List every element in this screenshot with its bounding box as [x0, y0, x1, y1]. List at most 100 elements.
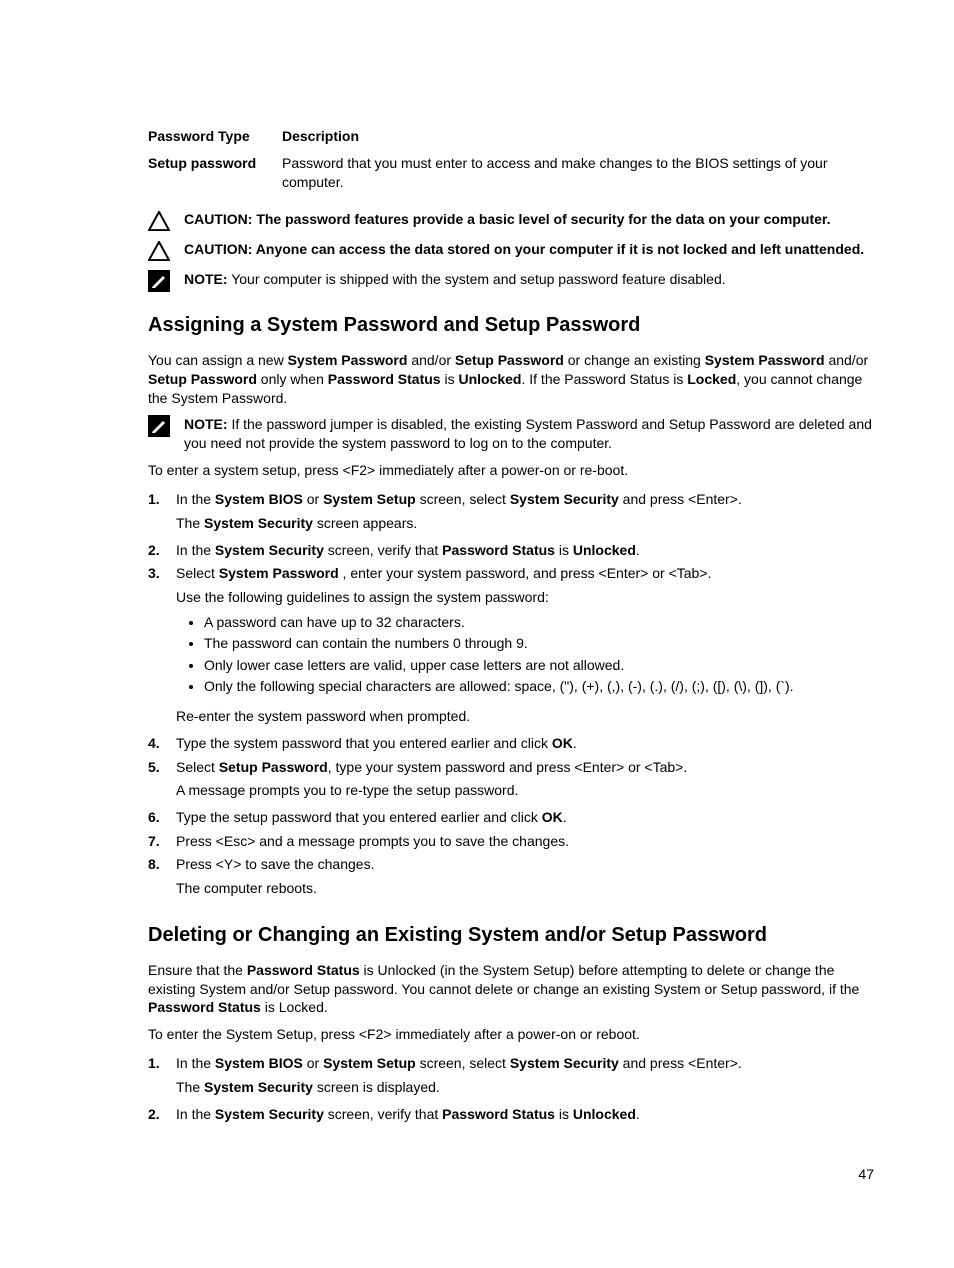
note-text: NOTE: If the password jumper is disabled…: [184, 415, 874, 453]
step-item: 1. In the System BIOS or System Setup sc…: [148, 490, 874, 536]
text: and/or: [825, 352, 869, 368]
step-item: 2. In the System Security screen, verify…: [148, 541, 874, 561]
text: OK: [542, 809, 563, 825]
list-item: The password can contain the numbers 0 t…: [204, 634, 874, 654]
note-body: Your computer is shipped with the system…: [228, 271, 726, 287]
caution-icon: [148, 210, 170, 232]
step-number: 1.: [148, 1054, 176, 1100]
text: screen, verify that: [324, 1106, 442, 1122]
text: System Security: [215, 1106, 324, 1122]
step-body: In the System BIOS or System Setup scree…: [176, 490, 874, 536]
text: screen, select: [416, 1055, 510, 1071]
step-number: 7.: [148, 832, 176, 852]
text: In the: [176, 1055, 215, 1071]
table-row-desc: Password that you must enter to access a…: [282, 154, 874, 192]
text: and press <Enter>.: [619, 1055, 742, 1071]
text: only when: [257, 371, 328, 387]
step-item: 8. Press <Y> to save the changes. The co…: [148, 855, 874, 901]
text: Password Status: [328, 371, 441, 387]
step-body: Type the system password that you entere…: [176, 734, 874, 754]
step-body: Select System Password , enter your syst…: [176, 564, 874, 730]
text: System Security: [215, 542, 324, 558]
table-header-desc: Description: [282, 128, 874, 144]
step-body: Select Setup Password, type your system …: [176, 758, 874, 804]
note-text: NOTE: Your computer is shipped with the …: [184, 270, 874, 289]
table-row-label: Setup password: [148, 154, 282, 192]
section1-steps: 1. In the System BIOS or System Setup sc…: [148, 490, 874, 902]
text: Select: [176, 565, 219, 581]
text: Press <Y> to save the changes.: [176, 856, 374, 872]
text: Password Status: [442, 542, 555, 558]
text: Setup Password: [219, 759, 328, 775]
text: System Password: [219, 565, 339, 581]
step-body: Press <Y> to save the changes. The compu…: [176, 855, 874, 901]
text: screen appears.: [313, 515, 417, 531]
text: System BIOS: [215, 1055, 303, 1071]
text: Ensure that the: [148, 962, 247, 978]
step-number: 2.: [148, 1105, 176, 1125]
section1-intro: You can assign a new System Password and…: [148, 351, 874, 408]
step-item: 6. Type the setup password that you ente…: [148, 808, 874, 828]
section-heading-assigning: Assigning a System Password and Setup Pa…: [148, 314, 874, 337]
step-number: 3.: [148, 564, 176, 730]
caution-notice: CAUTION: Anyone can access the data stor…: [148, 240, 874, 262]
note-label: NOTE:: [184, 416, 228, 432]
text: Type the setup password that you entered…: [176, 809, 542, 825]
text: Press <Esc> and a message prompts you to…: [176, 833, 569, 849]
step-item: 3. Select System Password , enter your s…: [148, 564, 874, 730]
document-page: Password Type Description Setup password…: [0, 0, 954, 1268]
text: . If the Password Status is: [521, 371, 687, 387]
step-number: 2.: [148, 541, 176, 561]
text: Unlocked: [458, 371, 521, 387]
note-icon: [148, 415, 170, 437]
text: Locked: [687, 371, 736, 387]
step-item: 1. In the System BIOS or System Setup sc…: [148, 1054, 874, 1100]
text: System Security: [204, 1079, 313, 1095]
step-item: 4. Type the system password that you ent…: [148, 734, 874, 754]
text: or change an existing: [564, 352, 705, 368]
text: or: [303, 491, 323, 507]
table-header-type: Password Type: [148, 128, 282, 144]
text: In the: [176, 1106, 215, 1122]
text: is Locked.: [261, 999, 328, 1015]
caution-body: The password features provide a basic le…: [252, 211, 830, 227]
step-number: 1.: [148, 490, 176, 536]
text: OK: [552, 735, 573, 751]
text: System Password: [705, 352, 825, 368]
section-heading-deleting: Deleting or Changing an Existing System …: [148, 924, 874, 947]
text: Setup Password: [148, 371, 257, 387]
caution-label: CAUTION:: [184, 241, 252, 257]
text: is: [555, 1106, 573, 1122]
page-number: 47: [858, 1166, 874, 1182]
note-notice: NOTE: Your computer is shipped with the …: [148, 270, 874, 292]
step-number: 8.: [148, 855, 176, 901]
text: System Security: [510, 1055, 619, 1071]
text: Setup Password: [455, 352, 564, 368]
step-item: 5. Select Setup Password, type your syst…: [148, 758, 874, 804]
text: System Password: [288, 352, 408, 368]
text: System BIOS: [215, 491, 303, 507]
text: Select: [176, 759, 219, 775]
text: You can assign a new: [148, 352, 288, 368]
caution-notice: CAUTION: The password features provide a…: [148, 210, 874, 232]
text: screen, verify that: [324, 542, 442, 558]
step-item: 2. In the System Security screen, verify…: [148, 1105, 874, 1125]
text: .: [573, 735, 577, 751]
text: screen is displayed.: [313, 1079, 440, 1095]
section2-steps: 1. In the System BIOS or System Setup sc…: [148, 1054, 874, 1124]
text: is: [441, 371, 459, 387]
text: The: [176, 1079, 204, 1095]
text: and/or: [407, 352, 454, 368]
text: or: [303, 1055, 323, 1071]
caution-text: CAUTION: Anyone can access the data stor…: [184, 240, 874, 259]
section2-intro: Ensure that the Password Status is Unloc…: [148, 961, 874, 1018]
text: Password Status: [148, 999, 261, 1015]
list-item: Only the following special characters ar…: [204, 677, 874, 697]
text: Unlocked: [573, 1106, 636, 1122]
step-body: Type the setup password that you entered…: [176, 808, 874, 828]
text: The computer reboots.: [176, 879, 874, 898]
step-body: Press <Esc> and a message prompts you to…: [176, 832, 874, 852]
text: Password Status: [247, 962, 360, 978]
step-body: In the System Security screen, verify th…: [176, 1105, 874, 1125]
text: Password Status: [442, 1106, 555, 1122]
